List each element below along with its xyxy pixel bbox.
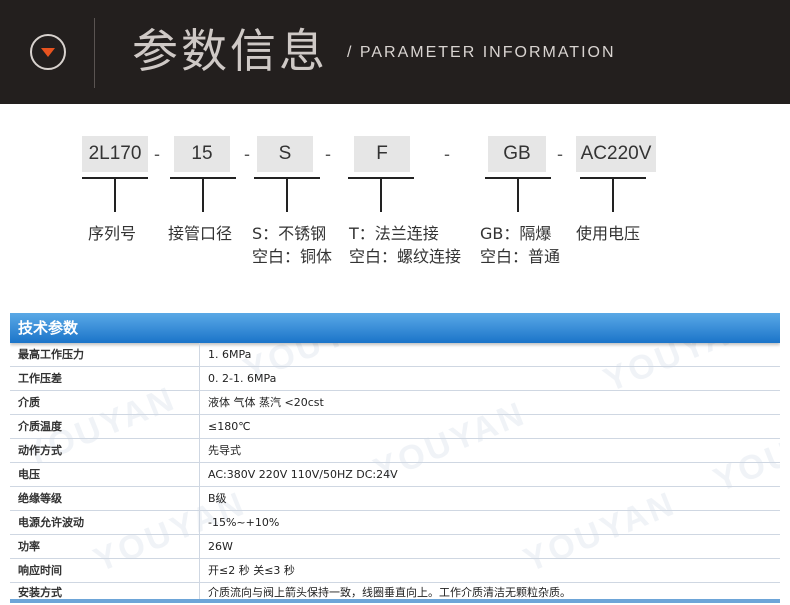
bracket-line — [517, 178, 519, 212]
code-desc-body: S：不锈钢 空白：铜体 — [252, 222, 332, 268]
row-value: AC:380V 220V 110V/50HZ DC:24V — [208, 468, 398, 481]
column-divider — [199, 367, 200, 390]
row-key: 电源允许波动 — [18, 516, 84, 529]
spec-table: YOUYAN YOUYAN YOUYAN YOUYAN YOUYAN YOUYA… — [10, 313, 780, 603]
code-segment-voltage: AC220V — [576, 136, 656, 172]
code-desc-connection: T：法兰连接 空白：螺纹连接 — [349, 222, 461, 268]
header-divider — [94, 18, 95, 88]
code-separator: - — [325, 144, 331, 164]
code-segment-explosion: GB — [488, 136, 546, 172]
bracket-line — [380, 178, 382, 212]
desc-line: 空白：普通 — [480, 247, 561, 266]
table-bottom-border — [10, 599, 780, 603]
spec-table-header: 技术参数 — [10, 313, 780, 343]
desc-line: 接管口径 — [168, 224, 233, 243]
code-separator: - — [557, 144, 563, 164]
code-segment-pipe-size: 15 — [174, 136, 230, 172]
column-divider — [199, 487, 200, 510]
column-divider — [199, 343, 200, 366]
bracket-line — [202, 178, 204, 212]
spec-table-title: 技术参数 — [18, 319, 79, 337]
desc-line: 序列号 — [88, 224, 137, 243]
table-row: 绝缘等级 B级 — [10, 487, 780, 511]
desc-line: 使用电压 — [576, 224, 641, 243]
row-key: 最高工作压力 — [18, 348, 84, 361]
header-banner: 参数信息 / PARAMETER INFORMATION — [0, 0, 790, 104]
row-value: ≤180℃ — [208, 420, 251, 433]
row-value: 开≤2 秒 关≤3 秒 — [208, 564, 295, 577]
row-key: 响应时间 — [18, 564, 62, 577]
code-separator: - — [444, 144, 450, 164]
row-value: 26W — [208, 540, 233, 553]
code-segment-connection: F — [354, 136, 410, 172]
row-value: 0. 2-1. 6MPa — [208, 372, 277, 385]
code-desc-explosion: GB：隔爆 空白：普通 — [480, 222, 560, 268]
column-divider — [199, 463, 200, 486]
row-key: 工作压差 — [18, 372, 62, 385]
code-desc-series: 序列号 — [88, 222, 136, 245]
row-key: 介质 — [18, 396, 40, 409]
row-key: 电压 — [18, 468, 40, 481]
desc-line: S：不锈钢 — [252, 224, 327, 243]
table-row: 介质 液体 气体 蒸汽 <20cst — [10, 391, 780, 415]
row-value: 液体 气体 蒸汽 <20cst — [208, 396, 324, 409]
column-divider — [199, 439, 200, 462]
table-row: 电压 AC:380V 220V 110V/50HZ DC:24V — [10, 463, 780, 487]
table-row: 动作方式 先导式 — [10, 439, 780, 463]
chevron-down-circle-icon — [30, 34, 66, 70]
desc-line: GB：隔爆 — [480, 224, 552, 243]
table-row: 功率 26W — [10, 535, 780, 559]
table-row: 响应时间 开≤2 秒 关≤3 秒 — [10, 559, 780, 583]
table-row: 最高工作压力 1. 6MPa — [10, 343, 780, 367]
code-desc-pipe-size: 接管口径 — [168, 222, 232, 245]
bracket-line — [114, 178, 116, 212]
row-key: 动作方式 — [18, 444, 62, 457]
table-row: 工作压差 0. 2-1. 6MPa — [10, 367, 780, 391]
bracket-line — [286, 178, 288, 212]
row-value: -15%~+10% — [208, 516, 280, 529]
code-segment-series: 2L170 — [82, 136, 148, 172]
page-title: 参数信息 — [132, 24, 328, 78]
column-divider — [199, 511, 200, 534]
row-value: B级 — [208, 492, 227, 505]
column-divider — [199, 391, 200, 414]
column-divider — [199, 559, 200, 582]
page-subtitle: / PARAMETER INFORMATION — [347, 44, 616, 61]
row-key: 绝缘等级 — [18, 492, 62, 505]
desc-line: 空白：铜体 — [252, 247, 333, 266]
row-key: 功率 — [18, 540, 40, 553]
column-divider — [199, 415, 200, 438]
row-value: 先导式 — [208, 444, 241, 457]
row-key: 介质温度 — [18, 420, 62, 433]
bracket-line — [612, 178, 614, 212]
desc-line: 空白：螺纹连接 — [349, 247, 462, 266]
code-separator: - — [154, 144, 160, 164]
code-desc-voltage: 使用电压 — [576, 222, 640, 245]
table-row: 电源允许波动 -15%~+10% — [10, 511, 780, 535]
row-value: 1. 6MPa — [208, 348, 252, 361]
code-segment-body: S — [257, 136, 313, 172]
column-divider — [199, 535, 200, 558]
desc-line: T：法兰连接 — [349, 224, 439, 243]
table-row: 介质温度 ≤180℃ — [10, 415, 780, 439]
code-separator: - — [244, 144, 250, 164]
